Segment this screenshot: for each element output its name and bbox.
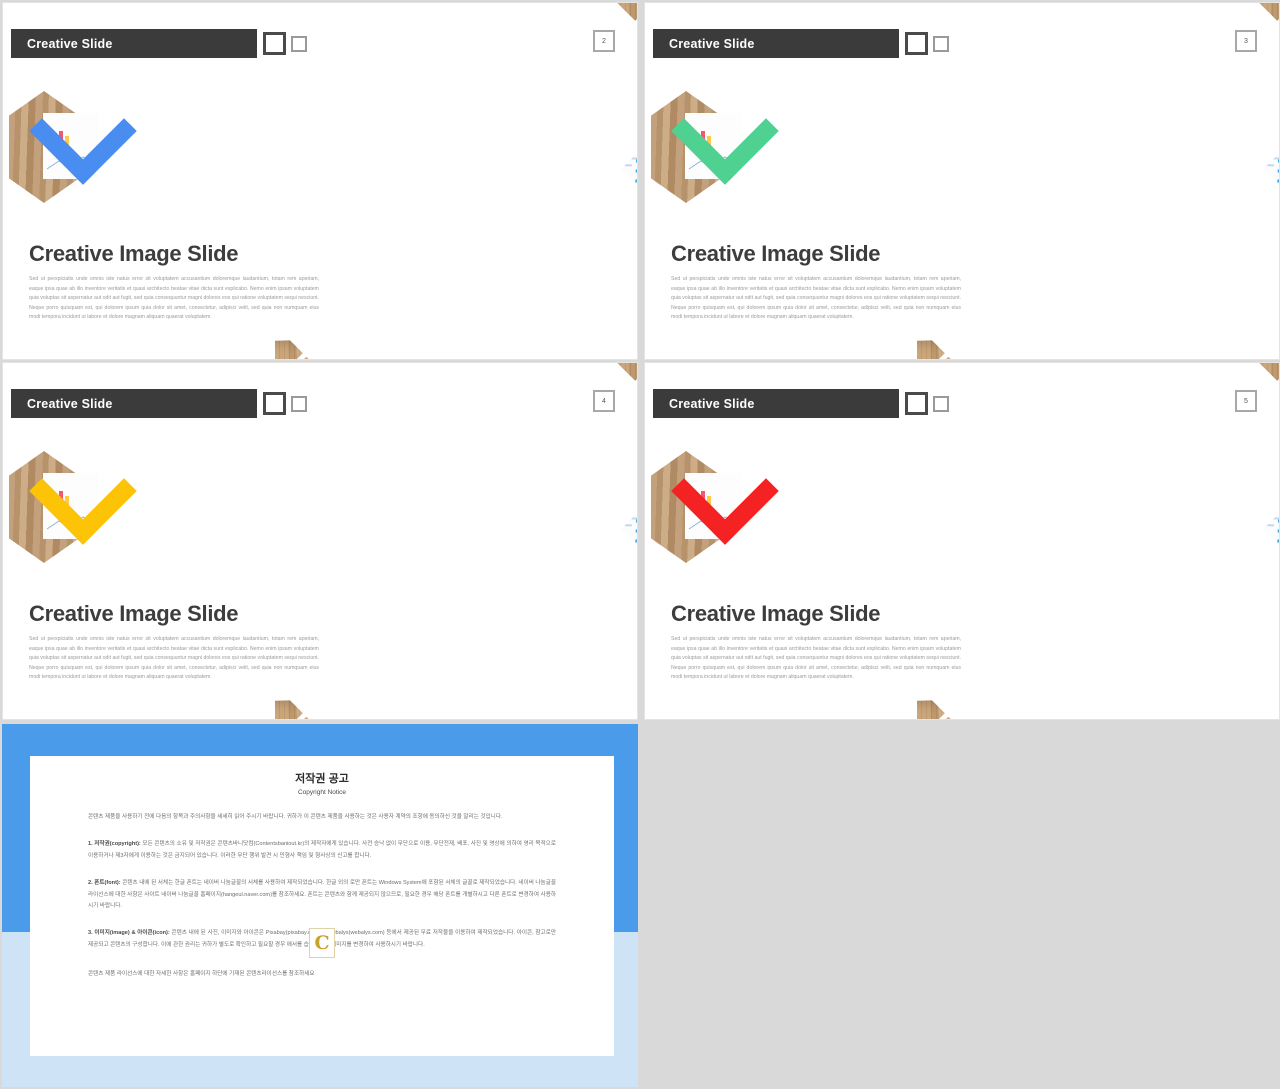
- slide-header-label: Creative Slide: [669, 396, 755, 411]
- square-outline-large-icon: [263, 392, 286, 415]
- slide-number-badge: 3: [1235, 30, 1257, 52]
- slide-headline-5: Creative Image Slide: [671, 601, 881, 626]
- slide-header-label: Creative Slide: [27, 396, 113, 411]
- slide-header-label: Creative Slide: [669, 36, 755, 51]
- slide-headline-2: Creative Image Slide: [29, 241, 239, 266]
- slide-card-3[interactable]: SAM BLACK GRAPHIC DESIGNER: [644, 2, 1280, 360]
- slide-header-bar-5: Creative Slide: [653, 389, 899, 418]
- copyright-section-2-text: 콘텐츠 내에 된 서체는 한글 폰트는 네이버 나눔글꼴의 서체를 사용하여 제…: [88, 880, 556, 910]
- slide-thumbnail-grid: SAM BLACK GRAPHIC DESIGNER: [0, 0, 1280, 1089]
- slide-card-4[interactable]: SAM BLACK GRAPHIC DESIGNER: [2, 362, 638, 720]
- hexagon-chevron-group-5: [651, 437, 779, 571]
- copyright-intro: 콘텐츠 제품을 사용하기 전에 다음의 항목과 주의사항을 세세히 읽어 주시기…: [88, 814, 503, 820]
- copyright-section-1: 1. 저작권(copyright): 모든 콘텐츠의 소유 및 저작권은 콘텐츠…: [88, 839, 556, 862]
- slide-headline-4: Creative Image Slide: [29, 601, 239, 626]
- square-outline-small-icon: [291, 396, 307, 412]
- slide-body-text-4: Sed ut perspiciatis unde omnis iste natu…: [29, 636, 319, 681]
- slide-photo-collage-4: SAM BLACK GRAPHIC DESIGNER: [275, 363, 637, 719]
- copyright-section-1-text: 모든 콘텐츠의 소유 및 저작권은 콘텐츠바니닷컴(Contentsbaniou…: [88, 841, 557, 859]
- square-outline-small-icon: [933, 36, 949, 52]
- square-outline-large-icon: [905, 392, 928, 415]
- copyright-footer: 콘텐츠 제품 라이선스에 대한 자세한 사항은 홈페이지 하단에 기재된 콘텐츠…: [88, 971, 315, 978]
- slide-number-badge: 4: [593, 390, 615, 412]
- slide-header-bar-3: Creative Slide: [653, 29, 899, 58]
- empty-grid-cell: [644, 724, 1280, 1087]
- copyright-section-2-heading: 2. 폰트(font):: [88, 880, 121, 887]
- copyright-subtitle: Copyright Notice: [297, 789, 347, 796]
- slide-card-2[interactable]: SAM BLACK GRAPHIC DESIGNER: [2, 2, 638, 360]
- slide-body-text-2: Sed ut perspiciatis unde omnis iste natu…: [29, 276, 319, 321]
- copyright-c-icon: C: [309, 928, 335, 958]
- slide-card-5[interactable]: SAM BLACK GRAPHIC DESIGNER: [644, 362, 1280, 720]
- copyright-section-1-heading: 1. 저작권(copyright):: [88, 841, 141, 848]
- copyright-title: 저작권 공고: [295, 773, 349, 785]
- slide-header-bar-4: Creative Slide: [11, 389, 257, 418]
- copyright-sheet: 저작권 공고 Copyright Notice 콘텐츠 제품을 사용하기 전에 …: [30, 756, 614, 1056]
- slide-headline-3: Creative Image Slide: [671, 241, 881, 266]
- copyright-section-2: 2. 폰트(font): 콘텐츠 내에 된 서체는 한글 폰트는 네이버 나눔글…: [88, 878, 556, 912]
- square-outline-large-icon: [263, 32, 286, 55]
- slide-number-badge: 2: [593, 30, 615, 52]
- hexagon-chevron-group-3: [651, 77, 779, 211]
- slide-header-bar-2: Creative Slide: [11, 29, 257, 58]
- copyright-notice-panel[interactable]: 저작권 공고 Copyright Notice 콘텐츠 제품을 사용하기 전에 …: [2, 724, 638, 1087]
- square-outline-small-icon: [291, 36, 307, 52]
- slide-photo-collage-5: SAM BLACK GRAPHIC DESIGNER: [917, 363, 1279, 719]
- slide-body-text-5: Sed ut perspiciatis unde omnis iste natu…: [671, 636, 961, 681]
- square-outline-large-icon: [905, 32, 928, 55]
- slide-photo-collage-3: SAM BLACK GRAPHIC DESIGNER: [917, 3, 1279, 359]
- slide-number-badge: 5: [1235, 390, 1257, 412]
- hexagon-chevron-group-4: [9, 437, 137, 571]
- square-outline-small-icon: [933, 396, 949, 412]
- slide-photo-collage-2: SAM BLACK GRAPHIC DESIGNER: [275, 3, 637, 359]
- hexagon-chevron-group-2: [9, 77, 137, 211]
- slide-body-text-3: Sed ut perspiciatis unde omnis iste natu…: [671, 276, 961, 321]
- copyright-section-3-heading: 3. 이미지(image) & 아이콘(icon):: [88, 930, 170, 937]
- slide-header-label: Creative Slide: [27, 36, 113, 51]
